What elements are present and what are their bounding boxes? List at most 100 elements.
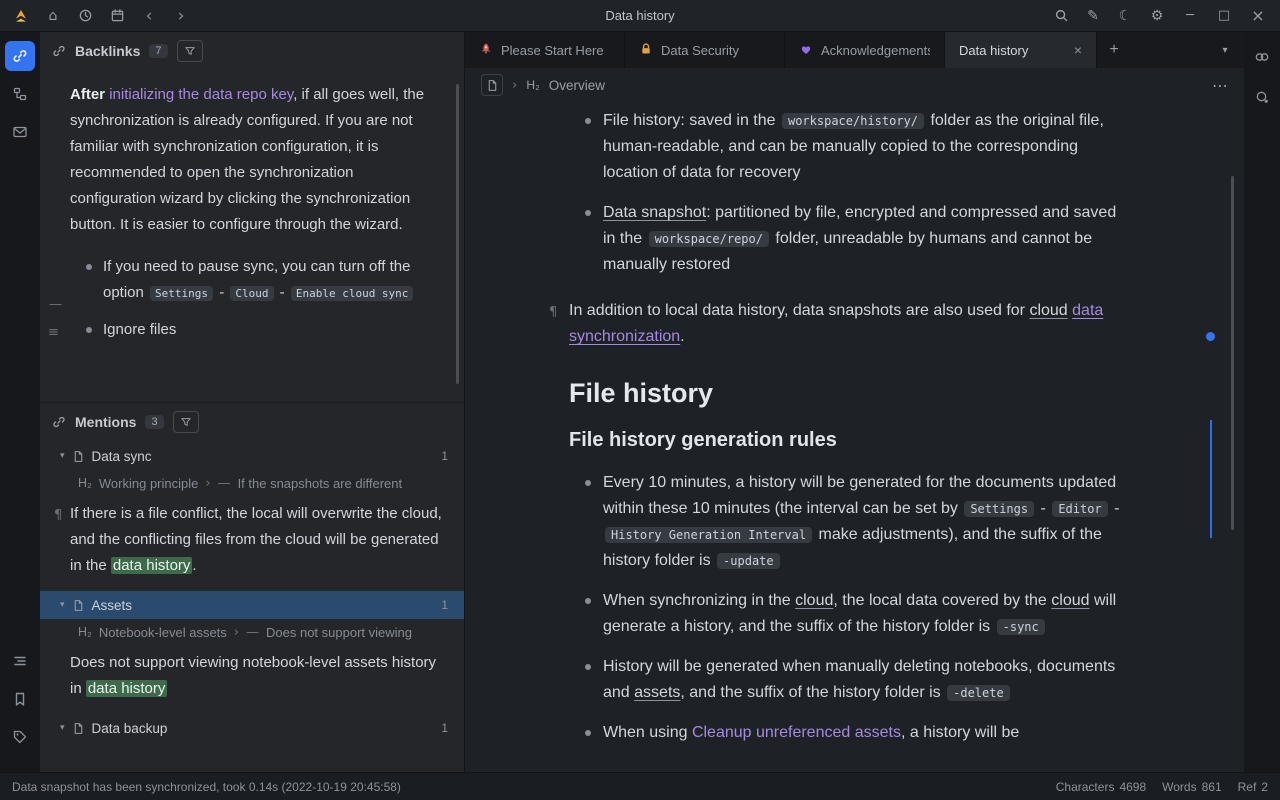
global-graph-dock-icon[interactable] — [1247, 82, 1277, 112]
lock-icon — [639, 42, 653, 59]
theme-moon-icon[interactable]: ☾ — [1110, 4, 1140, 28]
data-history-icon[interactable] — [70, 4, 100, 28]
purple-heart-icon — [799, 42, 813, 59]
mention-group-label: Assets — [92, 598, 133, 613]
document-icon — [72, 450, 85, 463]
titlebar-right-actions: ✎ ☾ ⚙ ─ □ × — [1046, 4, 1274, 28]
block-gutter-dash-icon[interactable]: — — [49, 292, 62, 318]
mention-paragraph[interactable]: ¶ If there is a file conflict, the local… — [40, 496, 464, 591]
stat-value: 4698 — [1119, 780, 1146, 794]
breadcrumb-heading: Notebook-level assets — [99, 625, 227, 640]
backlinks-header: Backlinks 7 — [40, 32, 464, 70]
close-button[interactable]: × — [1242, 4, 1274, 28]
settings-gear-icon[interactable]: ⚙ — [1142, 4, 1172, 28]
doc-bullet[interactable]: Every 10 minutes, a history will be gene… — [603, 470, 1129, 574]
doc-bullet[interactable]: File history: saved in the workspace/his… — [603, 108, 1129, 186]
mention-group-count: 1 — [441, 449, 448, 463]
scroll-position-line — [1210, 420, 1212, 538]
tag-dock-icon[interactable] — [5, 722, 35, 752]
mentions-filter-button[interactable] — [173, 411, 199, 433]
chevron-down-icon[interactable]: ▾ — [60, 600, 65, 610]
tab-acknowledgements[interactable]: Acknowledgements — [785, 32, 945, 68]
left-dock — [0, 32, 40, 772]
breadcrumb-heading[interactable]: Overview — [549, 78, 605, 93]
breadcrumb: › H₂ Overview ⋯ — [465, 68, 1244, 102]
new-tab-button[interactable]: + — [1097, 32, 1131, 68]
stat-value: 2 — [1261, 780, 1268, 794]
pilcrow-icon: ¶ — [549, 300, 557, 326]
mention-group-label: Data sync — [92, 449, 152, 464]
window-title: Data history — [605, 8, 674, 23]
backlinks-dock-icon[interactable] — [5, 41, 35, 71]
scroll-position-dot — [1206, 332, 1215, 341]
backlinks-filter-button[interactable] — [177, 40, 203, 62]
doc-bullet[interactable]: When using Cleanup unreferenced assets, … — [603, 720, 1129, 746]
mention-group-label: Data backup — [92, 721, 168, 736]
tab-label: Data history — [959, 43, 1064, 58]
back-icon[interactable]: ‹ — [134, 4, 164, 28]
tab-data-history[interactable]: Data history × — [945, 32, 1097, 68]
mentions-title: Mentions — [75, 414, 136, 430]
document-stats: Characters4698 Words861 Ref2 — [1056, 780, 1268, 794]
right-dock — [1244, 32, 1280, 772]
stat-label: Characters — [1056, 780, 1115, 794]
pilcrow-icon: ¶ — [54, 503, 62, 529]
app-logo-icon[interactable] — [6, 4, 36, 28]
editor-scrollbar[interactable] — [1231, 176, 1234, 530]
document-icon[interactable] — [481, 74, 503, 96]
forward-icon[interactable]: › — [166, 4, 196, 28]
doc-bullet[interactable]: History will be generated when manually … — [603, 654, 1129, 706]
breadcrumb-snippet: Does not support viewing — [266, 625, 412, 640]
mention-breadcrumb[interactable]: H₂ Notebook-level assets › — Does not su… — [40, 619, 464, 645]
edit-mode-icon[interactable]: ✎ — [1078, 4, 1108, 28]
mentions-count-badge: 3 — [145, 415, 163, 429]
doc-paragraph[interactable]: ¶ In addition to local data history, dat… — [569, 298, 1129, 350]
backlink-bullet[interactable]: Ignore files — [103, 317, 442, 343]
tab-bar: Please Start Here Data Security Acknowle… — [465, 32, 1244, 68]
daily-note-icon[interactable] — [102, 4, 132, 28]
inbox-mail-dock-icon[interactable] — [5, 117, 35, 147]
tab-data-security[interactable]: Data Security — [625, 32, 785, 68]
breadcrumb-separator-icon: › — [205, 476, 210, 491]
backlink-paragraph[interactable]: After initializing the data repo key, if… — [70, 82, 442, 238]
block-gutter-list-icon[interactable]: ≡ — [48, 320, 59, 346]
doc-bullet-list: File history: saved in the workspace/his… — [569, 108, 1129, 278]
editor[interactable]: File history: saved in the workspace/his… — [465, 102, 1244, 772]
search-icon[interactable] — [1046, 4, 1076, 28]
backlinks-panel: Backlinks 7 After initializing the data … — [40, 32, 465, 772]
mention-group-data-sync[interactable]: ▾ Data sync 1 — [40, 442, 464, 470]
more-options-icon[interactable]: ⋯ — [1212, 76, 1228, 95]
chevron-down-icon[interactable]: ▾ — [60, 723, 65, 733]
backlinks-list: After initializing the data repo key, if… — [40, 70, 464, 402]
maximize-button[interactable]: □ — [1208, 4, 1240, 28]
mention-group-count: 1 — [441, 721, 448, 735]
graph-circles-dock-icon[interactable] — [1247, 42, 1277, 72]
workspace-home-icon[interactable]: ⌂ — [38, 4, 68, 28]
titlebar-left-actions: ⌂ ‹ › — [6, 4, 196, 28]
minimize-button[interactable]: ─ — [1174, 4, 1206, 28]
mention-breadcrumb[interactable]: H₂ Working principle › — If the snapshot… — [40, 470, 464, 496]
mention-group-assets[interactable]: ▾ Assets 1 — [40, 591, 464, 619]
mention-group-count: 1 — [441, 598, 448, 612]
doc-bullet[interactable]: Data snapshot: partitioned by file, encr… — [603, 200, 1129, 278]
doc-heading-1[interactable]: File history — [569, 376, 1129, 410]
doc-heading-2[interactable]: File history generation rules — [569, 426, 1129, 454]
mention-paragraph[interactable]: Does not support viewing notebook-level … — [40, 645, 464, 714]
outline-dock-icon[interactable] — [5, 646, 35, 676]
tab-close-icon[interactable]: × — [1074, 42, 1082, 58]
bookmark-dock-icon[interactable] — [5, 684, 35, 714]
stat-label: Words — [1162, 780, 1196, 794]
backlink-bullet[interactable]: If you need to pause sync, you can turn … — [103, 254, 442, 307]
tab-list-chevron-icon[interactable]: ▾ — [1206, 32, 1244, 68]
backlink-bullet-list: If you need to pause sync, you can turn … — [70, 254, 442, 343]
graph-hierarchy-dock-icon[interactable] — [5, 79, 35, 109]
mention-group-data-backup[interactable]: ▾ Data backup 1 — [40, 714, 464, 742]
backlinks-title: Backlinks — [75, 43, 140, 59]
titlebar: ⌂ ‹ › Data history ✎ ☾ ⚙ ─ □ × — [0, 0, 1280, 32]
chevron-down-icon[interactable]: ▾ — [60, 451, 65, 461]
heading-level-tag: H₂ — [78, 476, 92, 490]
backlinks-scrollbar[interactable] — [456, 84, 459, 384]
tab-label: Data Security — [661, 43, 770, 58]
tab-please-start-here[interactable]: Please Start Here — [465, 32, 625, 68]
doc-bullet[interactable]: When synchronizing in the cloud, the loc… — [603, 588, 1129, 640]
